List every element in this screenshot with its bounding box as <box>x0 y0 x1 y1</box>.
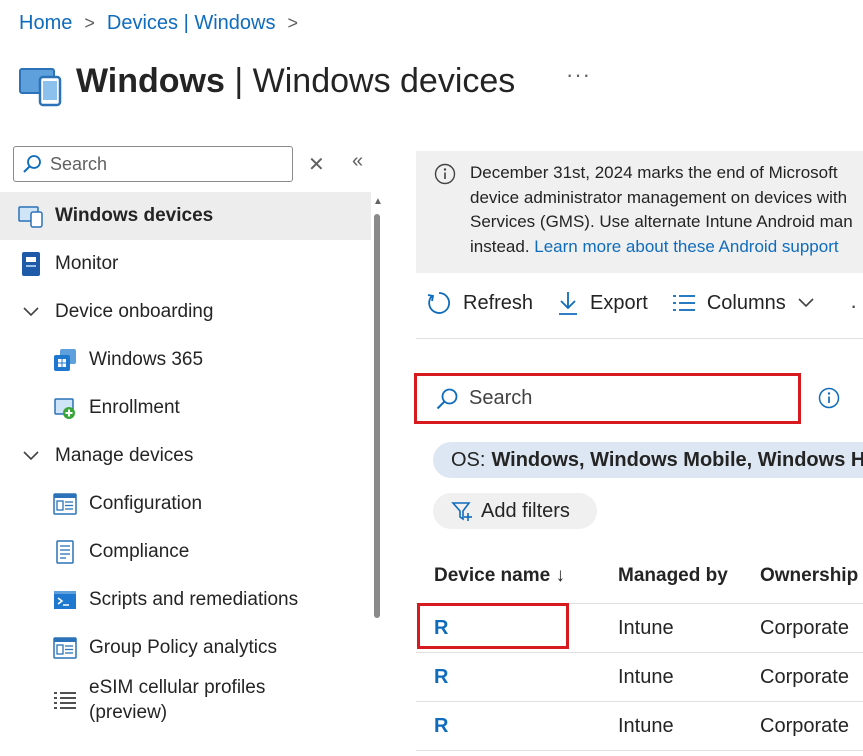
breadcrumb: Home > Devices | Windows > <box>19 12 310 35</box>
sidebar-item-label: Windows 365 <box>89 349 204 370</box>
sidebar-nav: Windows devices Monitor Device onboardin… <box>0 192 371 728</box>
column-header-ownership[interactable]: Ownership <box>760 565 863 587</box>
download-icon <box>557 290 579 316</box>
filter-value: Windows, Windows Mobile, Windows H <box>491 448 863 471</box>
scroll-up-arrow-icon[interactable]: ▲ <box>373 196 383 207</box>
export-button[interactable]: Export <box>557 290 648 316</box>
enrollment-icon <box>52 395 78 421</box>
sidebar-item-label: Compliance <box>89 541 190 562</box>
sidebar-item-esim-cellular-profiles[interactable]: eSIM cellular profiles (preview) <box>0 672 371 728</box>
monitor-icon <box>18 251 44 277</box>
ownership-cell: Corporate <box>760 665 849 688</box>
sidebar-item-label: Manage devices <box>55 445 194 466</box>
chevron-down-icon <box>18 307 44 317</box>
device-search-box[interactable] <box>419 378 795 419</box>
clear-search-icon[interactable]: ✕ <box>308 152 325 177</box>
sidebar-item-scripts-and-remediations[interactable]: Scripts and remediations <box>0 576 371 624</box>
banner-line: December 31st, 2024 marks the end of Mic… <box>470 163 838 182</box>
sidebar-item-label: Enrollment <box>89 397 180 418</box>
sidebar-item-windows-devices[interactable]: Windows devices <box>0 192 371 240</box>
column-header-managed-by[interactable]: Managed by <box>618 565 760 587</box>
sidebar-item-enrollment[interactable]: Enrollment <box>0 384 371 432</box>
search-icon <box>23 155 41 173</box>
ownership-cell: Corporate <box>760 616 849 639</box>
windows-devices-icon <box>19 68 62 107</box>
table-header: Device name ↓ Managed by Ownership <box>416 548 863 604</box>
sidebar-item-group-policy-analytics[interactable]: Group Policy analytics <box>0 624 371 672</box>
device-name-link[interactable]: R <box>416 666 618 689</box>
devices-table: Device name ↓ Managed by Ownership R Int… <box>416 548 863 751</box>
nav-search-input[interactable] <box>50 153 280 175</box>
command-bar: Refresh Export Columns <box>426 290 838 316</box>
table-row[interactable]: R Intune Corporate <box>416 653 863 702</box>
page-title: Windows | Windows devices <box>76 61 516 100</box>
add-filters-button[interactable]: Add filters <box>433 493 597 529</box>
device-name-link[interactable]: R <box>416 715 618 738</box>
managed-by-cell: Intune <box>618 714 674 737</box>
collapse-nav-icon[interactable]: « <box>352 150 363 173</box>
sidebar-item-label: eSIM cellular profiles (preview) <box>89 677 266 723</box>
refresh-icon <box>426 290 452 316</box>
search-icon <box>436 388 458 409</box>
compliance-icon <box>52 539 78 565</box>
info-icon[interactable] <box>818 387 840 409</box>
page-header: Windows | Windows devices <box>18 55 515 107</box>
row-highlight-box <box>417 603 569 649</box>
filter-add-icon <box>451 500 473 522</box>
sidebar-item-label: Monitor <box>55 253 119 274</box>
breadcrumb-devices-windows[interactable]: Devices | Windows <box>107 12 276 35</box>
sidebar-item-label: Windows devices <box>55 205 214 226</box>
banner-line: device administrator management on devic… <box>470 187 848 207</box>
windows-365-icon <box>52 347 78 373</box>
banner-line: Services (GMS). Use alternate Intune And… <box>470 212 853 231</box>
sidebar-item-label: Configuration <box>89 493 203 514</box>
managed-by-cell: Intune <box>618 665 674 688</box>
breadcrumb-home[interactable]: Home <box>19 12 72 35</box>
more-commands-icon[interactable]: · <box>850 293 857 319</box>
divider <box>416 338 863 339</box>
info-banner: December 31st, 2024 marks the end of Mic… <box>416 151 863 273</box>
sidebar-item-windows-365[interactable]: Windows 365 <box>0 336 371 384</box>
configuration-icon <box>52 491 78 517</box>
banner-line: instead. Learn more about these Android … <box>470 236 839 256</box>
sidebar-item-monitor[interactable]: Monitor <box>0 240 371 288</box>
columns-icon <box>672 293 696 313</box>
more-options-icon[interactable]: ··· <box>566 62 591 88</box>
learn-more-link[interactable]: Learn more about these Android support <box>534 237 838 256</box>
devices-icon <box>18 203 44 229</box>
table-row[interactable]: R Intune Corporate <box>416 702 863 751</box>
sidebar-item-label: Group Policy analytics <box>89 637 277 658</box>
os-filter-pill[interactable]: OS: Windows, Windows Mobile, Windows H <box>433 442 863 478</box>
nav-search-box[interactable] <box>13 146 293 182</box>
sidebar-group-device-onboarding[interactable]: Device onboarding <box>0 288 371 336</box>
sidebar-item-label: Scripts and remediations <box>89 589 299 610</box>
chevron-down-icon <box>798 298 814 308</box>
sidebar-item-compliance[interactable]: Compliance <box>0 528 371 576</box>
group-policy-icon <box>52 635 78 661</box>
sidebar-item-label: Device onboarding <box>55 301 214 322</box>
sidebar-group-manage-devices[interactable]: Manage devices <box>0 432 371 480</box>
refresh-button[interactable]: Refresh <box>426 290 533 316</box>
terminal-icon <box>52 587 78 613</box>
columns-button[interactable]: Columns <box>672 292 814 315</box>
sidebar-item-configuration[interactable]: Configuration <box>0 480 371 528</box>
device-search-input[interactable] <box>469 387 769 410</box>
filter-key: OS: <box>451 448 486 471</box>
chevron-right-icon: > <box>84 13 95 33</box>
sidebar-scrollbar[interactable] <box>374 214 380 618</box>
ownership-cell: Corporate <box>760 714 849 737</box>
column-header-device-name[interactable]: Device name ↓ <box>416 565 618 587</box>
list-icon <box>52 687 78 713</box>
managed-by-cell: Intune <box>618 616 674 639</box>
chevron-right-icon: > <box>287 13 298 33</box>
info-icon <box>434 163 456 185</box>
chevron-down-icon <box>18 451 44 461</box>
